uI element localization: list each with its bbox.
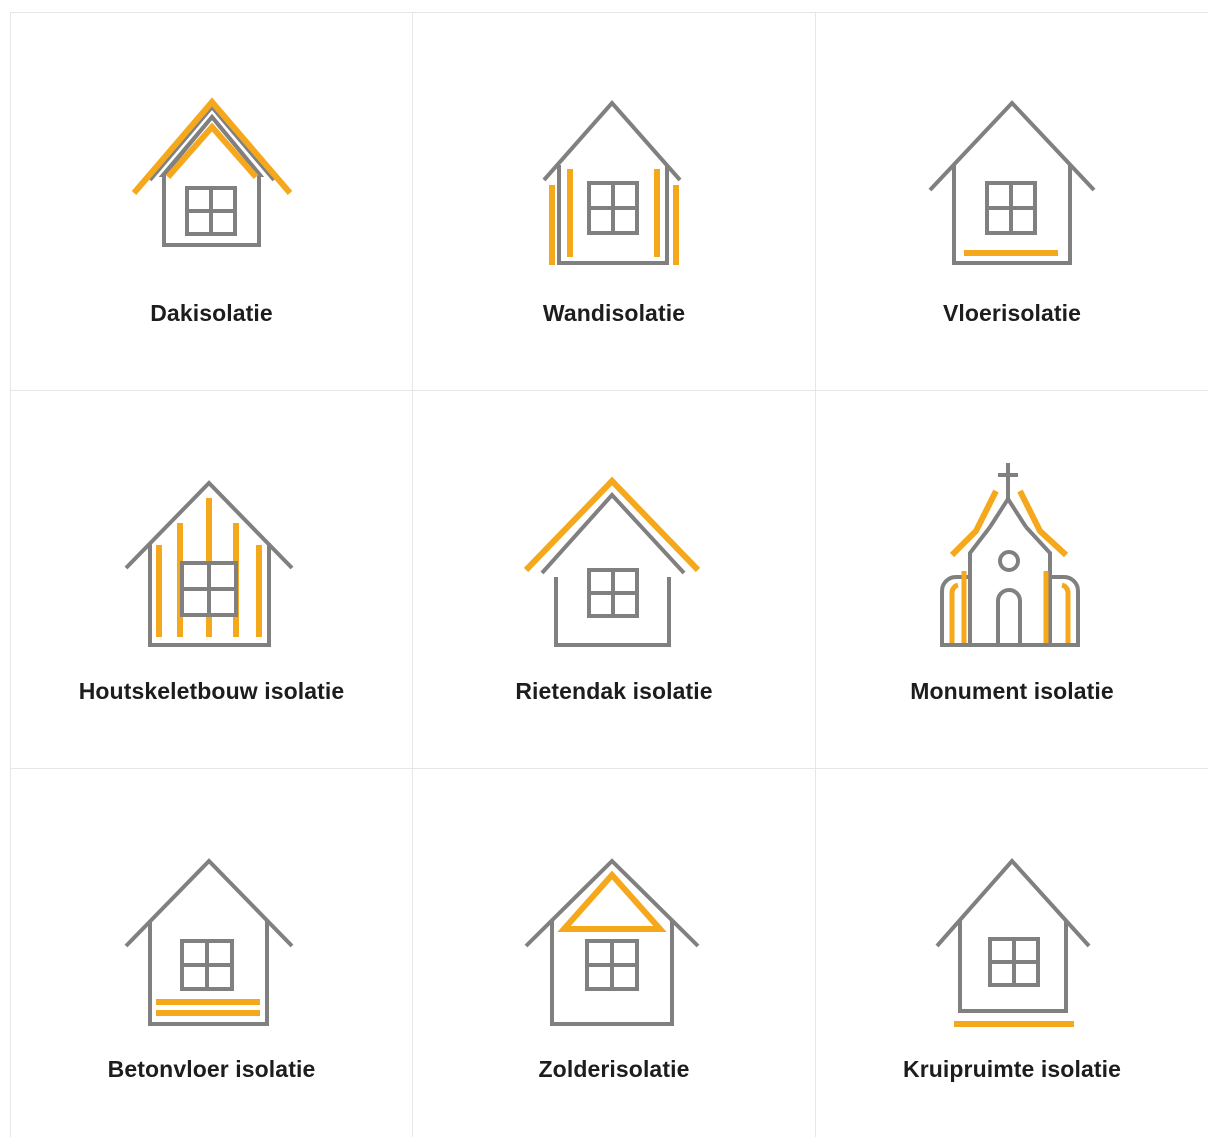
crawlspace-insulation-icon [912,831,1112,1031]
tile-label: Vloerisolatie [942,300,1082,326]
tile-zolderisolatie[interactable]: Zolderisolatie [412,768,815,1137]
tile-label: Monument isolatie [910,678,1114,704]
tile-betonvloer[interactable]: Betonvloer isolatie [10,768,412,1137]
tile-rietendak[interactable]: Rietendak isolatie [412,390,815,768]
tile-monument[interactable]: Monument isolatie [815,390,1208,768]
wall-insulation-icon [514,75,714,275]
thatched-roof-insulation-icon [514,453,714,653]
floor-insulation-icon [912,75,1112,275]
tile-vloerisolatie[interactable]: Vloerisolatie [815,12,1208,390]
tile-houtskeletbouw[interactable]: Houtskeletbouw isolatie [10,390,412,768]
insulation-category-grid: Dakisolatie Wandisolatie Vloerisolatie H… [10,12,1208,1137]
tile-kruipruimte[interactable]: Kruipruimte isolatie [815,768,1208,1137]
tile-wandisolatie[interactable]: Wandisolatie [412,12,815,390]
tile-label: Houtskeletbouw isolatie [78,678,345,704]
attic-insulation-icon [514,831,714,1031]
concrete-floor-insulation-icon [112,831,312,1031]
tile-label: Wandisolatie [542,300,686,326]
tile-label: Zolderisolatie [538,1056,690,1082]
timber-frame-insulation-icon [112,453,312,653]
tile-label: Rietendak isolatie [515,678,713,704]
monument-church-icon [912,453,1112,653]
tile-label: Kruipruimte isolatie [903,1056,1121,1082]
tile-dakisolatie[interactable]: Dakisolatie [10,12,412,390]
tile-label: Betonvloer isolatie [107,1056,316,1082]
tile-label: Dakisolatie [150,300,273,326]
roof-insulation-icon [112,75,312,275]
